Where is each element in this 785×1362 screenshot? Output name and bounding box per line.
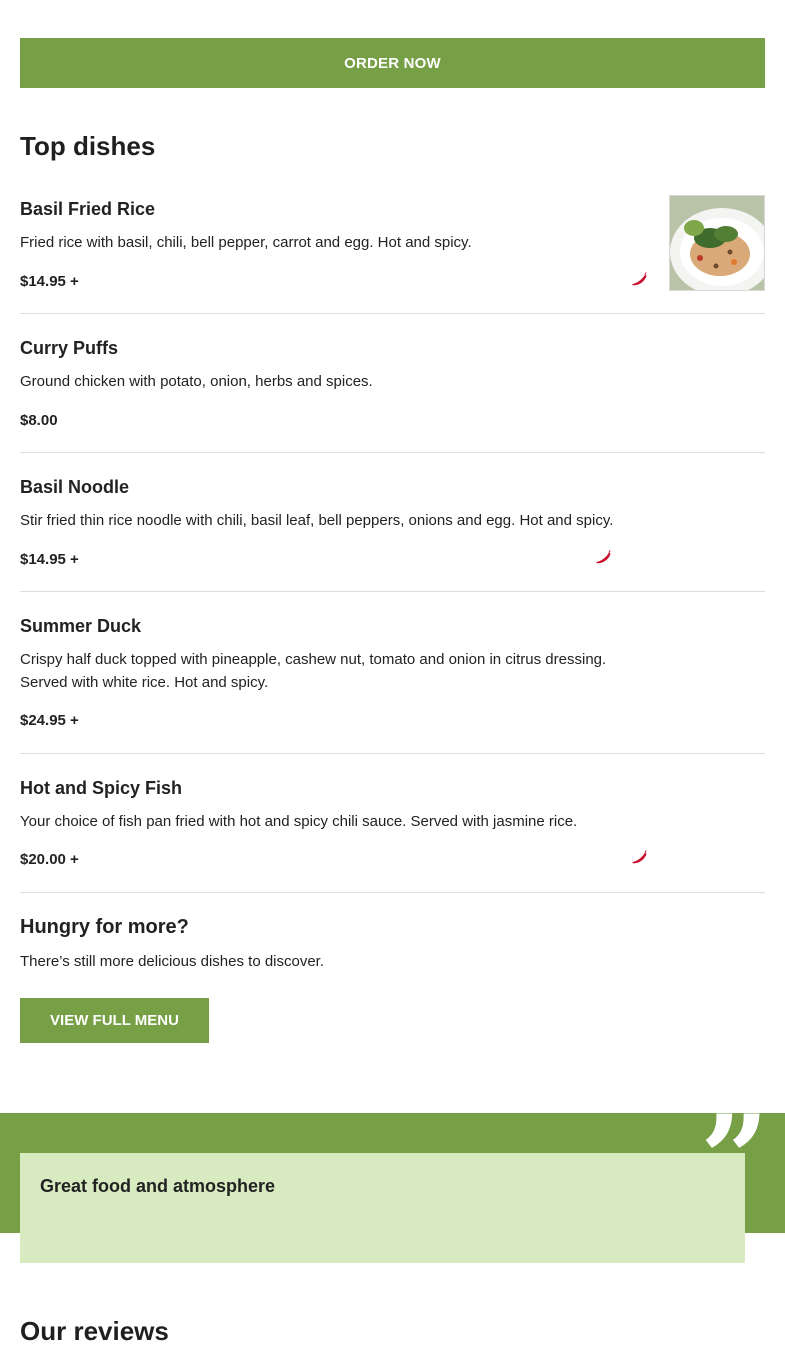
dish-name: Summer Duck — [20, 616, 142, 636]
dish-item[interactable]: Basil Noodle Stir fried thin rice noodle… — [20, 453, 765, 592]
dish-price: $8.00 — [20, 412, 58, 429]
dish-description: Stir fried thin rice noodle with chili, … — [20, 512, 614, 529]
review-title: Great food and atmosphere — [40, 1176, 276, 1196]
dish-name: Hot and Spicy Fish — [20, 778, 183, 798]
dish-photo — [669, 195, 765, 291]
dish-item[interactable]: Curry Puffs Ground chicken with potato, … — [20, 314, 765, 453]
dish-item[interactable]: Basil Fried Rice Fried rice with basil, … — [20, 195, 765, 314]
quote-icon: ” — [700, 1089, 770, 1230]
dish-name: Basil Noodle — [20, 477, 130, 497]
our-reviews-title: Our reviews — [20, 1316, 169, 1346]
dish-description: Crispy half duck topped with pineapple, … — [20, 651, 607, 691]
dish-price: $24.95 + — [20, 712, 79, 729]
order-now-button[interactable]: ORDER NOW — [20, 38, 765, 88]
dish-price: $20.00 + — [20, 851, 79, 868]
dish-name: Basil Fried Rice — [20, 199, 156, 219]
hungry-for-more-text: There’s still more delicious dishes to d… — [20, 953, 325, 970]
dish-description: Ground chicken with potato, onion, herbs… — [20, 373, 373, 390]
dish-description: Your choice of fish pan fried with hot a… — [20, 813, 578, 830]
review-card: Great food and atmosphere — [20, 1153, 745, 1263]
chili-pepper-icon — [596, 550, 611, 564]
top-dishes-title: Top dishes — [20, 131, 156, 161]
view-full-menu-button[interactable]: VIEW FULL MENU — [20, 998, 209, 1043]
dish-name: Curry Puffs — [20, 338, 119, 358]
hungry-for-more-title: Hungry for more? — [20, 916, 189, 938]
dish-description: Fried rice with basil, chili, bell peppe… — [20, 234, 472, 251]
chili-pepper-icon — [632, 272, 647, 286]
dish-item[interactable]: Hot and Spicy Fish Your choice of fish p… — [20, 754, 765, 893]
chili-pepper-icon — [632, 850, 647, 864]
dish-price: $14.95 + — [20, 273, 79, 290]
dish-price: $14.95 + — [20, 551, 79, 568]
dish-item[interactable]: Summer Duck Crispy half duck topped with… — [20, 592, 765, 754]
